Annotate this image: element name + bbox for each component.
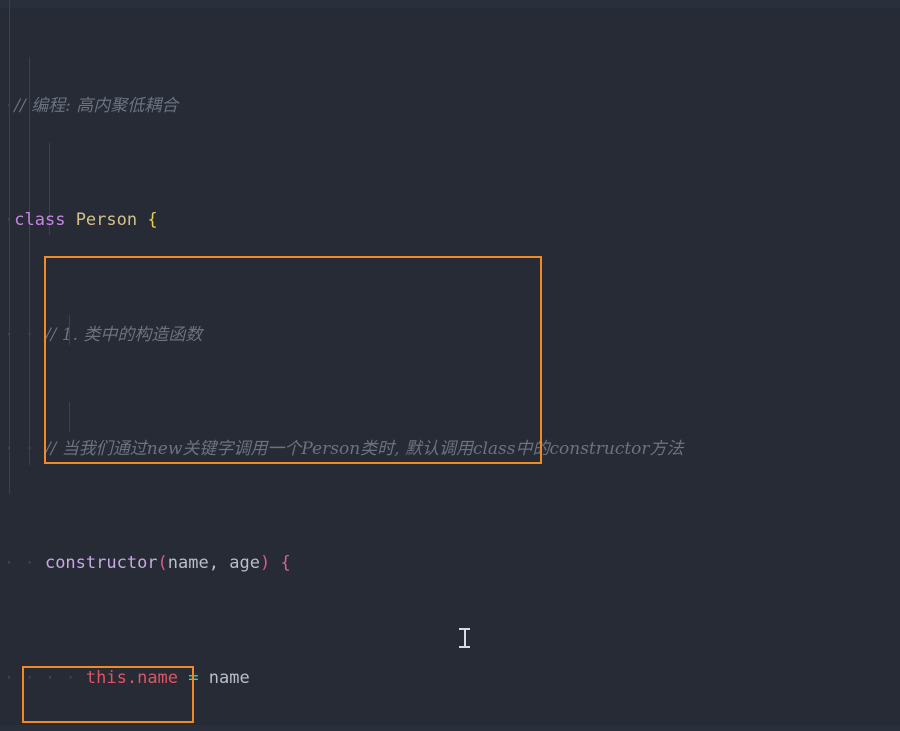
class-name-person: Person — [75, 210, 138, 231]
keyword-this: this — [85, 667, 127, 688]
comment-text: // 1. 类中的构造函数 — [44, 324, 203, 345]
code-line-4[interactable]: · · // 当我们通过new关键字调用一个Person类时, 默认调用clas… — [0, 435, 900, 464]
brace-open: { — [147, 210, 158, 231]
paren-close: ) — [259, 553, 271, 574]
code-line-3[interactable]: · · // 1. 类中的构造函数 — [0, 321, 900, 350]
param-name: name — [167, 553, 209, 574]
param-age: age — [229, 553, 260, 574]
code-line-5[interactable]: · · constructor(name, age) { — [0, 549, 900, 578]
value-name: name — [208, 667, 250, 688]
code-line-1[interactable]: ·// 编程: 高内聚低耦合 — [0, 92, 900, 121]
paren-open: ( — [157, 553, 168, 574]
code-editor[interactable]: ·// 编程: 高内聚低耦合 ·class Person { · · // 1.… — [0, 0, 900, 731]
property-name: .name — [126, 667, 179, 688]
code-line-6[interactable]: · · · · this.name = name — [0, 664, 900, 693]
code-line-2[interactable]: ·class Person { — [0, 206, 900, 235]
operator-assign: = — [188, 667, 199, 688]
comment-text: // 编程: 高内聚低耦合 — [14, 95, 179, 116]
comment-text: // 当我们通过new关键字调用一个Person类时, 默认调用class中的c… — [44, 438, 684, 459]
code-content[interactable]: ·// 编程: 高内聚低耦合 ·class Person { · · // 1.… — [0, 0, 900, 731]
param-separator: , — [208, 553, 230, 574]
function-constructor: constructor — [44, 553, 158, 574]
brace-open: { — [280, 553, 291, 574]
keyword-class: class — [14, 210, 66, 231]
